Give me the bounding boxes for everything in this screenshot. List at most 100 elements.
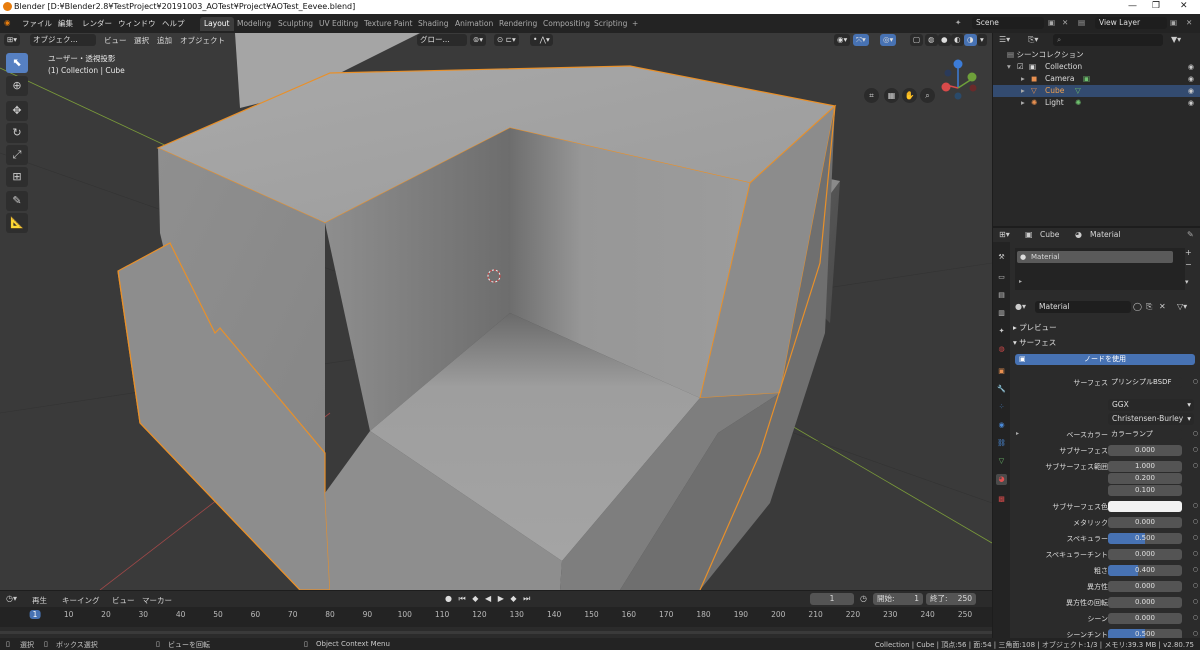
menu-object[interactable]: オブジェクト [180, 35, 225, 46]
start-frame-field[interactable]: 開始: 1 [873, 593, 923, 605]
next-keyframe-icon[interactable]: ◆ [510, 594, 518, 603]
material-tab-icon[interactable]: ◕ [996, 474, 1007, 485]
outliner-item-cube[interactable]: ▸ ▽ Cube ▽ ◉ [993, 85, 1200, 97]
new-scene-icon[interactable]: ▣ [1048, 18, 1055, 27]
link-dot-icon[interactable]: ○ [1193, 462, 1198, 469]
clock-icon[interactable]: ◷ [860, 594, 867, 603]
rendered-shading-icon[interactable]: ◑ [964, 34, 977, 46]
play-icon[interactable]: ▶ [498, 594, 506, 603]
modifier-tab-icon[interactable]: 🔧 [996, 384, 1007, 395]
zoom-view-icon[interactable]: ⌕ [920, 88, 935, 103]
unlink-material-icon[interactable]: ✕ [1159, 302, 1166, 311]
tab-rendering[interactable]: Rendering [495, 17, 541, 31]
data-tab-icon[interactable]: ▽ [996, 456, 1007, 467]
menu-help[interactable]: ヘルプ [162, 18, 185, 29]
link-dot-icon[interactable]: ○ [1193, 566, 1198, 573]
world-tab-icon[interactable]: ◍ [996, 344, 1007, 355]
shading-options-icon[interactable]: ▾ [977, 34, 987, 46]
use-nodes-button[interactable]: ▣ ノードを使用 [1015, 354, 1195, 365]
tab-compositing[interactable]: Compositing [539, 17, 594, 31]
property-value[interactable]: 0.500 [1108, 629, 1182, 638]
scene-selector[interactable]: Scene [972, 17, 1044, 29]
overlay-toggle-icon[interactable]: ◎▾ [880, 34, 897, 46]
property-value[interactable]: 0.000 [1108, 517, 1182, 528]
properties-editor-icon[interactable]: ⊞▾ [999, 230, 1010, 239]
tab-scripting[interactable]: Scripting [590, 17, 631, 31]
menu-timeline-view[interactable]: ビュー [112, 595, 135, 606]
property-value[interactable]: 0.000 [1108, 597, 1182, 608]
object-tab-icon[interactable]: ▣ [996, 366, 1007, 377]
mode-selector[interactable]: オブジェク... [30, 34, 96, 46]
measure-tool-icon[interactable]: 📐 [6, 213, 28, 233]
particles-tab-icon[interactable]: ⁘ [996, 402, 1007, 413]
outliner-search-input[interactable]: ⌕ [1053, 34, 1163, 46]
eye-icon[interactable]: ◉ [1188, 85, 1194, 97]
eye-icon[interactable]: ◉ [1188, 73, 1194, 85]
pan-view-icon[interactable]: ✋ [902, 88, 917, 103]
property-value[interactable]: 0.000 [1108, 549, 1182, 560]
menu-add[interactable]: 追加 [157, 35, 172, 46]
property-value[interactable]: 0.100 [1108, 485, 1182, 496]
delete-view-layer-icon[interactable]: ✕ [1186, 18, 1192, 27]
surface-section[interactable]: ▾ サーフェス [1013, 337, 1056, 348]
expand-slot-icon[interactable]: ▸ [1019, 278, 1022, 285]
pin-icon[interactable]: ✎ [1187, 230, 1194, 239]
physics-tab-icon[interactable]: ◉ [996, 420, 1007, 431]
menu-playback[interactable]: 再生 [32, 595, 47, 606]
add-workspace-button[interactable]: + [628, 17, 642, 31]
3d-viewport[interactable]: ⊞▾ オブジェク... ビュー 選択 追加 オブジェクト グロー... ⊚▾ ⊙… [0, 33, 992, 590]
link-dot-icon[interactable]: ○ [1193, 518, 1198, 525]
select-tool-icon[interactable]: ⬉ [6, 53, 28, 73]
solid-shading-icon[interactable]: ● [938, 34, 951, 46]
output-tab-icon[interactable]: ▤ [996, 290, 1007, 301]
expand-arrow-icon[interactable]: ▸ [1021, 73, 1025, 85]
snap-icon[interactable]: ⊙ ⊏▾ [494, 34, 519, 46]
link-dot-icon[interactable]: ○ [1193, 430, 1198, 437]
property-value[interactable]: 0.000 [1108, 445, 1182, 456]
maximize-button[interactable]: ❐ [1152, 1, 1160, 11]
material-shading-icon[interactable]: ◐ [951, 34, 964, 46]
eye-icon[interactable]: ◉ [1188, 97, 1194, 109]
surface-shader-value[interactable]: プリンシプルBSDF [1108, 377, 1182, 388]
property-value[interactable]: 0.500 [1108, 533, 1182, 544]
editor-type-icon[interactable]: ⊞▾ [4, 34, 21, 46]
gizmo-toggle-icon[interactable]: ⤧▾ [853, 34, 869, 46]
outliner-item-camera[interactable]: ▸ ◼ Camera ▣ ◉ [993, 73, 1200, 85]
outliner-editor-icon[interactable]: ☰▾ [999, 35, 1010, 44]
subsurface-method-selector[interactable]: Christensen-Burley ▾ [1108, 413, 1194, 425]
browse-material-icon[interactable]: ●▾ [1015, 302, 1026, 311]
camera-view-icon[interactable]: ⌗ [864, 88, 879, 103]
minimize-button[interactable]: — [1128, 1, 1137, 11]
tab-modeling[interactable]: Modeling [233, 17, 275, 31]
material-link-icon[interactable]: ▽▾ [1177, 302, 1187, 311]
constraints-tab-icon[interactable]: ⛓ [996, 438, 1007, 449]
slot-options-icon[interactable]: ▾ [1185, 278, 1189, 286]
visibility-icon[interactable]: ◉▾ [834, 34, 851, 46]
expand-arrow-icon[interactable]: ▾ [1007, 61, 1011, 73]
link-dot-icon[interactable]: ○ [1193, 630, 1198, 637]
timeline-editor-icon[interactable]: ◷▾ [6, 594, 17, 603]
menu-file[interactable]: ファイル [22, 18, 52, 29]
tab-layout[interactable]: Layout [200, 17, 234, 31]
add-slot-button[interactable]: + [1185, 248, 1192, 257]
link-dot-icon[interactable]: ○ [1193, 446, 1198, 453]
checkbox-icon[interactable]: ☑ [1017, 61, 1024, 73]
wireframe-shading-icon[interactable]: ◍ [925, 34, 938, 46]
menu-keying[interactable]: キーイング [62, 595, 100, 606]
color-swatch[interactable] [1108, 501, 1182, 512]
fake-user-icon[interactable]: ◯ [1133, 302, 1142, 311]
expand-arrow-icon[interactable]: ▸ [1016, 430, 1019, 437]
link-dot-icon[interactable]: ○ [1193, 582, 1198, 589]
menu-window[interactable]: ウィンドウ [118, 18, 156, 29]
remove-slot-button[interactable]: − [1185, 260, 1192, 269]
link-dot-icon[interactable]: ○ [1193, 534, 1198, 541]
end-frame-field[interactable]: 終了: 250 [926, 593, 976, 605]
material-name-input[interactable]: Material [1035, 301, 1131, 313]
material-slot[interactable]: ● Material [1017, 251, 1173, 263]
proportional-edit-icon[interactable]: • ⋀▾ [530, 34, 553, 46]
link-dot-icon[interactable]: ○ [1193, 598, 1198, 605]
property-value[interactable]: 1.000 [1108, 461, 1182, 472]
collection-row[interactable]: ▾ ☑ ▣ Collection ◉ [993, 61, 1200, 73]
tool-tab-icon[interactable]: ⚒ [996, 252, 1007, 263]
distribution-selector[interactable]: GGX ▾ [1108, 399, 1194, 411]
